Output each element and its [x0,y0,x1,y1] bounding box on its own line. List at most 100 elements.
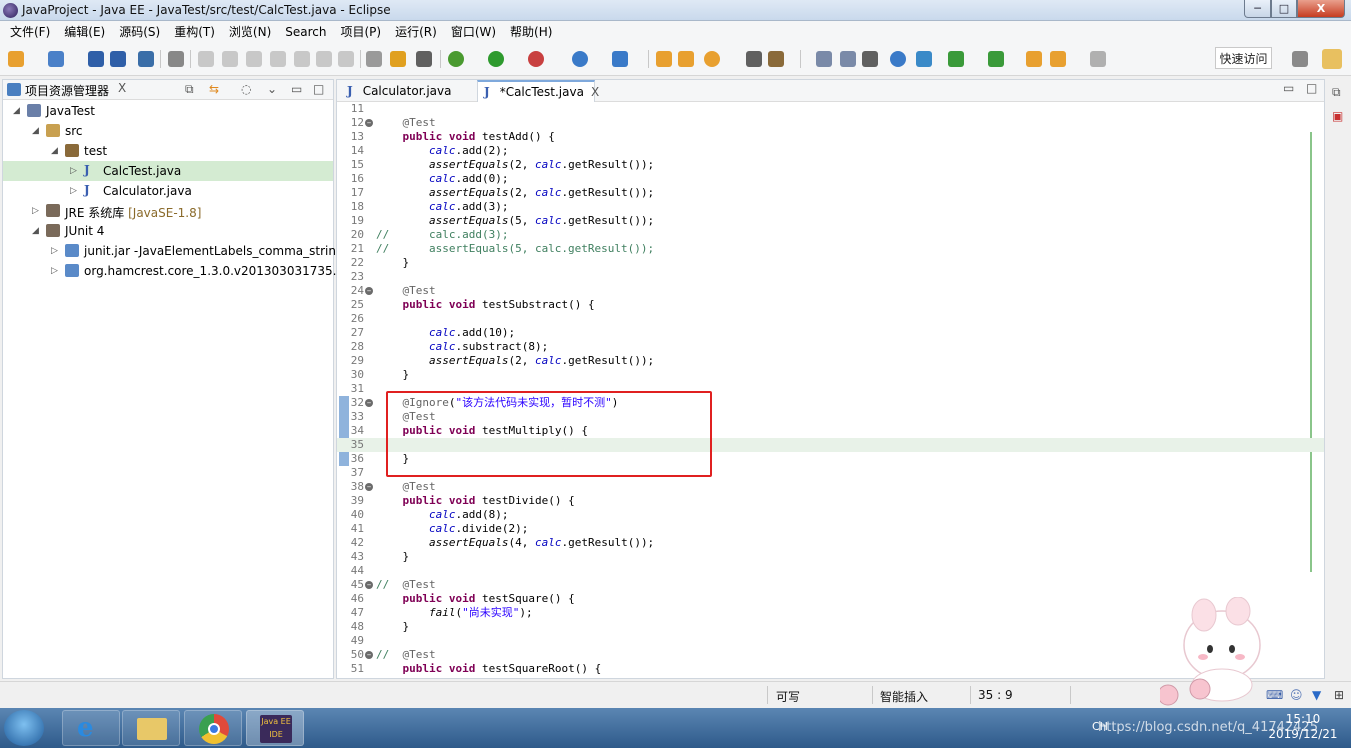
code-line[interactable]: 44 [337,564,1324,578]
expand-arrow-icon[interactable]: ▷ [32,206,39,216]
collapse-arrow-icon[interactable]: ◢ [32,126,39,136]
editor-minimize-icon[interactable]: ▭ [1283,81,1294,95]
collapse-arrow-icon[interactable]: ◢ [32,226,39,236]
open-perspective-icon[interactable] [1292,51,1308,67]
new-project-icon[interactable] [48,51,64,67]
fold-toggle-icon[interactable]: − [365,483,373,491]
fold-toggle-icon[interactable]: − [365,399,373,407]
ime-indicator[interactable]: CH [1092,720,1108,733]
file-explorer-taskbar-icon[interactable] [122,710,180,746]
code-line[interactable]: 40 calc.add(8); [337,508,1324,522]
code-line[interactable]: 27 calc.add(10); [337,326,1324,340]
last-edit-icon[interactable] [1026,51,1042,67]
code-line[interactable]: 39 public void testDivide() { [337,494,1324,508]
code-line[interactable]: 20 // calc.add(3); [337,228,1324,242]
open-type-icon[interactable] [366,51,382,67]
tree-item[interactable]: ▷ J Calculator.java [3,181,333,201]
code-line[interactable]: 23 [337,270,1324,284]
run-coverage-icon[interactable] [528,51,544,67]
fold-toggle-icon[interactable]: − [365,119,373,127]
next-annotation-icon[interactable] [988,51,1004,67]
molecule-icon[interactable] [916,51,932,67]
menu-run[interactable]: 运行(R) [388,23,444,40]
code-line[interactable]: 42 assertEquals(4, calc.getResult()); [337,536,1324,550]
prev-annotation-icon[interactable] [948,51,964,67]
new-java-class-icon[interactable] [612,51,628,67]
menu-file[interactable]: 文件(F) [3,23,57,40]
code-line[interactable]: 29 assertEquals(2, calc.getResult()); [337,354,1324,368]
project-explorer-close-icon[interactable]: X [118,81,126,95]
menu-edit[interactable]: 编辑(E) [57,23,112,40]
expand-arrow-icon[interactable]: ▷ [51,246,58,256]
tree-item[interactable]: ▷ J CalcTest.java [3,161,333,181]
save-all-icon[interactable] [110,51,126,67]
resume-icon[interactable] [198,51,214,67]
back-icon[interactable] [1050,51,1066,67]
java-ee-perspective-icon[interactable] [1322,49,1342,69]
code-line[interactable]: 30 } [337,368,1324,382]
skip-breakpoints-icon[interactable] [168,51,184,67]
code-line[interactable]: 28 calc.substract(8); [337,340,1324,354]
problems-icon[interactable]: ▣ [1332,109,1343,123]
code-line[interactable]: 13 public void testAdd() { [337,130,1324,144]
user-icon[interactable]: ☺ [1290,688,1303,702]
code-line[interactable]: 11 [337,102,1324,116]
forward-icon[interactable] [1090,51,1106,67]
fold-toggle-icon[interactable]: − [365,651,373,659]
expand-arrow-icon[interactable]: ▷ [70,166,77,176]
minimize-button[interactable]: ─ [1244,0,1271,18]
eclipse-taskbar-icon[interactable]: Java EE IDE [246,710,304,746]
tree-item[interactable]: ◢ src [3,121,333,141]
code-line[interactable]: 41 calc.divide(2); [337,522,1324,536]
tree-item[interactable]: ◢ test [3,141,333,161]
focus-icon[interactable]: ◌ [241,82,251,96]
minimize-view-icon[interactable]: ▭ [291,82,302,96]
expand-arrow-icon[interactable]: ▷ [51,266,58,276]
code-line[interactable]: 24− @Test [337,284,1324,298]
code-line[interactable]: 12− @Test [337,116,1324,130]
code-line[interactable]: 21 // assertEquals(5, calc.getResult()); [337,242,1324,256]
search-icon[interactable] [704,51,720,67]
code-line[interactable]: 38− @Test [337,480,1324,494]
globe-icon[interactable] [890,51,906,67]
toggle-word-wrap-icon[interactable] [816,51,832,67]
step-return-icon[interactable] [338,51,354,67]
fold-toggle-icon[interactable]: − [365,287,373,295]
toggle-mark-icon[interactable] [746,51,762,67]
code-line[interactable]: 18 calc.add(3); [337,200,1324,214]
debug-icon[interactable] [448,51,464,67]
tab-close-icon[interactable]: X [591,85,599,99]
chrome-taskbar-icon[interactable] [184,710,242,746]
maximize-view-icon[interactable]: □ [313,82,324,96]
tab-calculator-java[interactable]: J Calculator.java [341,80,471,102]
code-line[interactable]: 45−// @Test [337,578,1324,592]
grid-icon[interactable]: ⊞ [1334,688,1344,702]
code-line[interactable]: 26 [337,312,1324,326]
fold-toggle-icon[interactable]: − [365,581,373,589]
menu-search[interactable]: Search [278,25,333,39]
edit-pen-icon[interactable] [768,51,784,67]
task-icon[interactable] [416,51,432,67]
run-icon[interactable] [488,51,504,67]
code-line[interactable]: 16 calc.add(0); [337,172,1324,186]
new-server-icon[interactable] [572,51,588,67]
terminal-icon[interactable] [138,51,154,67]
menu-help[interactable]: 帮助(H) [503,23,559,40]
tree-item[interactable]: ◢ JUnit 4 [3,221,333,241]
tree-item[interactable]: ▷ junit.jar -JavaElementLabels_comma_stri… [3,241,348,261]
collapse-arrow-icon[interactable]: ◢ [51,146,58,156]
tree-item[interactable]: ▷ org.hamcrest.core_1.3.0.v201303031735.j… [3,261,352,281]
terminate-icon[interactable] [246,51,262,67]
save-icon[interactable] [88,51,104,67]
code-line[interactable]: 22 } [337,256,1324,270]
step-into-icon[interactable] [294,51,310,67]
menu-project[interactable]: 项目(P) [334,23,389,40]
open-folder-icon[interactable] [678,51,694,67]
code-line[interactable]: 19 assertEquals(5, calc.getResult()); [337,214,1324,228]
open-package-icon[interactable] [656,51,672,67]
start-button[interactable] [4,710,44,746]
code-line[interactable]: 15 assertEquals(2, calc.getResult()); [337,158,1324,172]
tab-calctest-java[interactable]: J *CalcTest.java X [477,80,599,102]
close-button[interactable]: X [1297,0,1345,18]
internet-explorer-taskbar-icon[interactable]: e [62,710,120,746]
